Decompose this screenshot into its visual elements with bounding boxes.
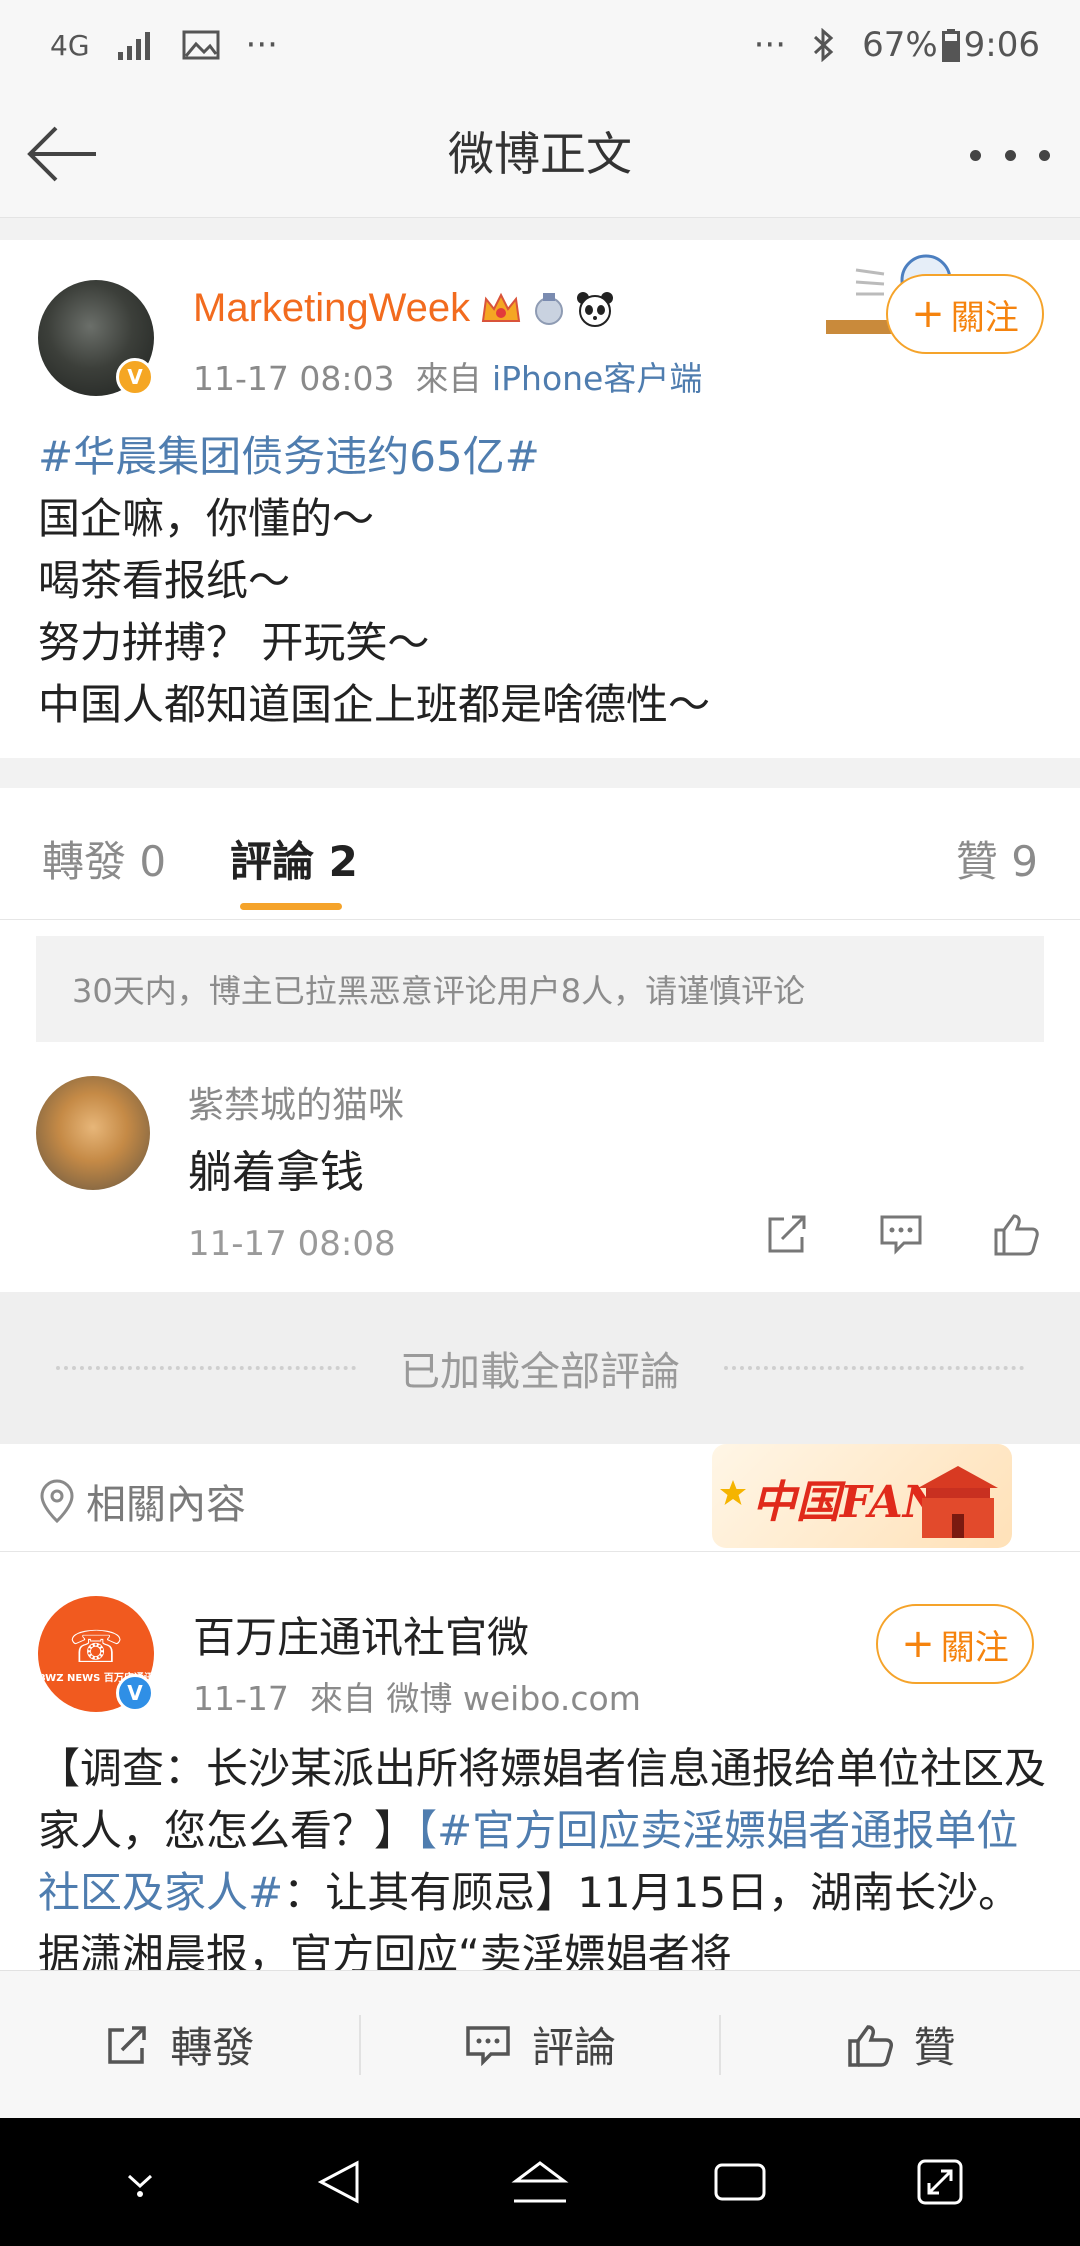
repost-button[interactable]: 轉發 (0, 1971, 359, 2118)
divider (0, 218, 1080, 240)
follow-button[interactable]: + 關注 (886, 274, 1044, 354)
loaded-all-text: 已加載全部評論 (400, 1349, 680, 1395)
commenter-avatar[interactable] (36, 1076, 150, 1190)
notice-text: 30天内，博主已拉黑恶意评论用户8人，请谨慎评论 (72, 972, 806, 1010)
follow-label: 關注 (950, 297, 1019, 338)
dot-icon (1004, 149, 1016, 161)
related-post-source: 微博 weibo.com (386, 1679, 641, 1718)
comment-icon (466, 2025, 510, 2066)
tab-comment[interactable]: 評論 2 (230, 828, 358, 889)
weibo-post: V MarketingWeek 11-17 08:03 來自 iPhone客户端… (0, 240, 1080, 758)
all-comments-loaded: 已加載全部評論 (0, 1292, 1080, 1444)
dot-icon (1039, 149, 1050, 161)
status-bar: 4G ··· ··· 67% 9:06 (0, 0, 1080, 90)
related-section: 相關內容 中国FANS (0, 1444, 1080, 1552)
bottom-action-bar: 轉發 評論 贊 (0, 1970, 1080, 2118)
image-icon (182, 30, 220, 60)
repost-label: 轉發 (170, 2023, 255, 2072)
page-title: 微博正文 (448, 127, 632, 181)
dot-icon (970, 149, 981, 161)
author-name[interactable]: MarketingWeek (193, 286, 614, 331)
commenter-name[interactable]: 紫禁城的猫咪 (188, 1076, 404, 1128)
post-meta: 11-17 08:03 來自 iPhone客户端 (193, 352, 702, 400)
tab-like[interactable]: 贊 9 (956, 828, 1038, 889)
post-time: 11-17 08:03 (193, 359, 395, 398)
more-options-button[interactable] (970, 130, 1050, 180)
follow-label: 關注 (940, 1627, 1009, 1668)
tab-repost[interactable]: 轉發 0 (42, 828, 166, 889)
nav-recents-button[interactable] (700, 2142, 780, 2222)
home-icon (511, 2161, 569, 2203)
chevron-down-icon (127, 2174, 153, 2197)
news-logo-icon: ☏ (68, 1622, 124, 1673)
comment-actions (764, 1212, 1040, 1256)
share-icon[interactable] (764, 1213, 810, 1255)
post-content: #华晨集团债务违约65亿# 国企嘛，你懂的～ 喝茶看报纸～ 努力拼搏？ 开玩笑～… (38, 426, 1038, 736)
related-post-meta: 11-17 來自 微博 weibo.com (193, 1672, 641, 1720)
verified-badge-icon: V (116, 358, 154, 396)
active-tab-indicator (240, 903, 342, 910)
author-name-text: MarketingWeek (193, 286, 471, 330)
location-pin-icon (40, 1479, 74, 1523)
medal-badge-icon (535, 292, 564, 325)
nav-home-button[interactable] (500, 2142, 580, 2222)
post-hashtag[interactable]: #华晨集团债务违约65亿# (38, 426, 1038, 488)
comment-item: 紫禁城的猫咪 躺着拿钱 11-17 08:08 (0, 1060, 1080, 1292)
comment-button[interactable]: 評論 (361, 1971, 720, 2118)
nav-expand-button[interactable] (900, 2142, 980, 2222)
comment-notice: 30天内，博主已拉黑恶意评论用户8人，请谨慎评论 (36, 936, 1044, 1042)
triangle-back-icon (317, 2160, 359, 2204)
plus-icon: + (911, 291, 945, 337)
nav-back-button[interactable] (300, 2142, 380, 2222)
hide-keyboard-button[interactable] (100, 2142, 180, 2222)
network-label: 4G (50, 28, 90, 62)
reply-icon[interactable] (878, 1213, 924, 1255)
related-post: ☏ BWZ NEWS 百万庄通讯 V 百万庄通讯社官微 11-17 來自 微博 … (0, 1552, 1080, 1970)
related-header: 相關內容 (38, 1472, 246, 1530)
related-label: 相關內容 (86, 1482, 246, 1528)
bluetooth-icon (812, 28, 836, 62)
crown-badge-icon (482, 292, 521, 322)
like-label: 贊 (913, 2023, 956, 2072)
battery-icon (941, 28, 960, 62)
china-fans-banner[interactable]: 中国FANS (712, 1444, 1012, 1548)
post-source[interactable]: iPhone客户端 (492, 359, 702, 398)
status-more-right: ··· (753, 25, 787, 65)
expand-icon (917, 2159, 963, 2205)
from-label: 來自 (415, 359, 482, 398)
status-more-left: ··· (245, 25, 278, 65)
post-line: 国企嘛，你懂的～ (38, 494, 375, 543)
clock: 9:06 (963, 25, 1040, 65)
title-bar: 微博正文 (0, 90, 1080, 218)
thumbs-up-icon (847, 2024, 893, 2067)
comment-label: 評論 (532, 2023, 617, 2072)
system-nav-bar (0, 2118, 1080, 2246)
verified-badge-icon: V (116, 1674, 154, 1712)
recents-icon (714, 2163, 766, 2201)
dotted-divider (724, 1366, 1024, 1370)
follow-button[interactable]: + 關注 (876, 1604, 1034, 1684)
divider (0, 758, 1080, 788)
post-line: 喝茶看报纸～ (38, 556, 291, 605)
gate-icon (918, 1466, 998, 1538)
plus-icon: + (901, 1621, 935, 1667)
share-icon (108, 2025, 147, 2064)
battery-percent: 67% (862, 25, 938, 65)
related-post-time: 11-17 (193, 1679, 289, 1718)
star-icon (720, 1480, 746, 1505)
panda-badge-icon (577, 291, 614, 327)
signal-icon (116, 30, 156, 60)
comment-text: 躺着拿钱 (188, 1147, 364, 1198)
comment-time: 11-17 08:08 (188, 1224, 396, 1264)
like-button[interactable]: 贊 (721, 1971, 1080, 2118)
post-line: 中国人都知道国企上班都是啥德性～ (38, 680, 711, 729)
from-label: 來自 (309, 1679, 376, 1718)
thumbs-up-icon[interactable] (992, 1212, 1040, 1256)
interaction-tabs: 轉發 0 評論 2 贊 9 (0, 788, 1080, 920)
post-line: 努力拼搏？ 开玩笑～ (38, 618, 430, 667)
related-author-name[interactable]: 百万庄通讯社官微 (193, 1604, 529, 1665)
related-post-content[interactable]: 【调查：长沙某派出所将嫖娼者信息通报给单位社区及家人，您怎么看？】【#官方回应卖… (38, 1738, 1048, 1970)
dotted-divider (56, 1366, 356, 1370)
